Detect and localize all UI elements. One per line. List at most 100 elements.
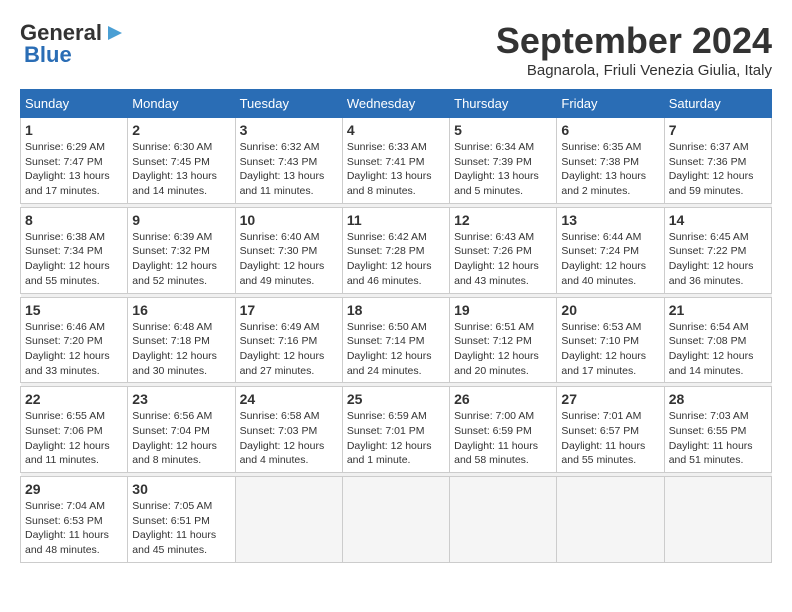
sunset-label: Sunset: 7:03 PM (240, 425, 318, 437)
calendar-day-cell: 26 Sunrise: 7:00 AM Sunset: 6:59 PM Dayl… (450, 387, 557, 473)
day-number: 28 (669, 391, 767, 407)
day-number: 29 (25, 481, 123, 497)
daylight-label: Daylight: 12 hours and 11 minutes. (25, 440, 110, 467)
sunset-label: Sunset: 7:38 PM (561, 156, 639, 168)
sunrise-label: Sunrise: 7:00 AM (454, 410, 534, 422)
daylight-label: Daylight: 12 hours and 33 minutes. (25, 350, 110, 377)
sunrise-label: Sunrise: 6:37 AM (669, 141, 749, 153)
sunrise-label: Sunrise: 6:51 AM (454, 321, 534, 333)
calendar-day-cell: 16 Sunrise: 6:48 AM Sunset: 7:18 PM Dayl… (128, 297, 235, 383)
day-info: Sunrise: 6:43 AM Sunset: 7:26 PM Dayligh… (454, 230, 552, 289)
calendar-day-cell: 4 Sunrise: 6:33 AM Sunset: 7:41 PM Dayli… (342, 118, 449, 204)
daylight-label: Daylight: 12 hours and 49 minutes. (240, 260, 325, 287)
logo-icon (104, 22, 126, 44)
calendar-day-cell (557, 477, 664, 563)
day-info: Sunrise: 6:33 AM Sunset: 7:41 PM Dayligh… (347, 140, 445, 199)
daylight-label: Daylight: 11 hours and 51 minutes. (669, 440, 753, 467)
sunset-label: Sunset: 7:18 PM (132, 335, 210, 347)
sunrise-label: Sunrise: 6:56 AM (132, 410, 212, 422)
sunset-label: Sunset: 7:28 PM (347, 245, 425, 257)
daylight-label: Daylight: 11 hours and 45 minutes. (132, 529, 216, 556)
weekday-header: Wednesday (342, 90, 449, 118)
sunrise-label: Sunrise: 7:03 AM (669, 410, 749, 422)
weekday-header: Friday (557, 90, 664, 118)
day-number: 20 (561, 302, 659, 318)
calendar-day-cell: 11 Sunrise: 6:42 AM Sunset: 7:28 PM Dayl… (342, 207, 449, 293)
calendar-day-cell: 14 Sunrise: 6:45 AM Sunset: 7:22 PM Dayl… (664, 207, 771, 293)
day-info: Sunrise: 6:30 AM Sunset: 7:45 PM Dayligh… (132, 140, 230, 199)
day-info: Sunrise: 6:46 AM Sunset: 7:20 PM Dayligh… (25, 320, 123, 379)
calendar-day-cell (235, 477, 342, 563)
sunrise-label: Sunrise: 6:50 AM (347, 321, 427, 333)
day-info: Sunrise: 7:04 AM Sunset: 6:53 PM Dayligh… (25, 499, 123, 558)
sunset-label: Sunset: 7:12 PM (454, 335, 532, 347)
calendar-week-row: 15 Sunrise: 6:46 AM Sunset: 7:20 PM Dayl… (21, 297, 772, 383)
calendar-day-cell: 21 Sunrise: 6:54 AM Sunset: 7:08 PM Dayl… (664, 297, 771, 383)
daylight-label: Daylight: 12 hours and 27 minutes. (240, 350, 325, 377)
day-info: Sunrise: 6:37 AM Sunset: 7:36 PM Dayligh… (669, 140, 767, 199)
daylight-label: Daylight: 12 hours and 17 minutes. (561, 350, 646, 377)
calendar-day-cell: 27 Sunrise: 7:01 AM Sunset: 6:57 PM Dayl… (557, 387, 664, 473)
day-number: 6 (561, 122, 659, 138)
day-info: Sunrise: 6:35 AM Sunset: 7:38 PM Dayligh… (561, 140, 659, 199)
weekday-header: Saturday (664, 90, 771, 118)
month-title: September 2024 (496, 20, 772, 62)
page-header: General Blue September 2024 Bagnarola, F… (20, 20, 772, 79)
day-number: 24 (240, 391, 338, 407)
sunrise-label: Sunrise: 6:43 AM (454, 231, 534, 243)
calendar-day-cell: 2 Sunrise: 6:30 AM Sunset: 7:45 PM Dayli… (128, 118, 235, 204)
sunset-label: Sunset: 7:04 PM (132, 425, 210, 437)
calendar-day-cell: 17 Sunrise: 6:49 AM Sunset: 7:16 PM Dayl… (235, 297, 342, 383)
daylight-label: Daylight: 12 hours and 1 minute. (347, 440, 432, 467)
calendar-day-cell: 22 Sunrise: 6:55 AM Sunset: 7:06 PM Dayl… (21, 387, 128, 473)
day-info: Sunrise: 7:01 AM Sunset: 6:57 PM Dayligh… (561, 409, 659, 468)
sunset-label: Sunset: 7:43 PM (240, 156, 318, 168)
calendar-day-cell: 29 Sunrise: 7:04 AM Sunset: 6:53 PM Dayl… (21, 477, 128, 563)
day-number: 3 (240, 122, 338, 138)
day-info: Sunrise: 6:48 AM Sunset: 7:18 PM Dayligh… (132, 320, 230, 379)
day-info: Sunrise: 6:59 AM Sunset: 7:01 PM Dayligh… (347, 409, 445, 468)
day-info: Sunrise: 6:56 AM Sunset: 7:04 PM Dayligh… (132, 409, 230, 468)
calendar-day-cell (664, 477, 771, 563)
sunset-label: Sunset: 6:55 PM (669, 425, 747, 437)
calendar-day-cell: 5 Sunrise: 6:34 AM Sunset: 7:39 PM Dayli… (450, 118, 557, 204)
daylight-label: Daylight: 12 hours and 55 minutes. (25, 260, 110, 287)
sunset-label: Sunset: 7:16 PM (240, 335, 318, 347)
sunrise-label: Sunrise: 6:59 AM (347, 410, 427, 422)
calendar-day-cell: 6 Sunrise: 6:35 AM Sunset: 7:38 PM Dayli… (557, 118, 664, 204)
day-info: Sunrise: 6:38 AM Sunset: 7:34 PM Dayligh… (25, 230, 123, 289)
calendar-day-cell: 19 Sunrise: 6:51 AM Sunset: 7:12 PM Dayl… (450, 297, 557, 383)
day-info: Sunrise: 6:49 AM Sunset: 7:16 PM Dayligh… (240, 320, 338, 379)
daylight-label: Daylight: 12 hours and 40 minutes. (561, 260, 646, 287)
daylight-label: Daylight: 11 hours and 48 minutes. (25, 529, 109, 556)
sunset-label: Sunset: 7:36 PM (669, 156, 747, 168)
day-number: 18 (347, 302, 445, 318)
day-number: 10 (240, 212, 338, 228)
sunrise-label: Sunrise: 6:32 AM (240, 141, 320, 153)
daylight-label: Daylight: 13 hours and 2 minutes. (561, 170, 646, 197)
day-number: 30 (132, 481, 230, 497)
day-number: 14 (669, 212, 767, 228)
day-number: 19 (454, 302, 552, 318)
day-number: 16 (132, 302, 230, 318)
day-number: 26 (454, 391, 552, 407)
sunset-label: Sunset: 7:34 PM (25, 245, 103, 257)
day-info: Sunrise: 6:50 AM Sunset: 7:14 PM Dayligh… (347, 320, 445, 379)
day-number: 17 (240, 302, 338, 318)
daylight-label: Daylight: 13 hours and 11 minutes. (240, 170, 325, 197)
sunrise-label: Sunrise: 6:58 AM (240, 410, 320, 422)
daylight-label: Daylight: 12 hours and 30 minutes. (132, 350, 217, 377)
weekday-header: Monday (128, 90, 235, 118)
day-info: Sunrise: 7:05 AM Sunset: 6:51 PM Dayligh… (132, 499, 230, 558)
day-number: 25 (347, 391, 445, 407)
sunrise-label: Sunrise: 6:29 AM (25, 141, 105, 153)
daylight-label: Daylight: 13 hours and 8 minutes. (347, 170, 432, 197)
day-number: 2 (132, 122, 230, 138)
day-info: Sunrise: 7:00 AM Sunset: 6:59 PM Dayligh… (454, 409, 552, 468)
day-info: Sunrise: 6:39 AM Sunset: 7:32 PM Dayligh… (132, 230, 230, 289)
sunrise-label: Sunrise: 6:34 AM (454, 141, 534, 153)
calendar-day-cell: 24 Sunrise: 6:58 AM Sunset: 7:03 PM Dayl… (235, 387, 342, 473)
day-info: Sunrise: 6:58 AM Sunset: 7:03 PM Dayligh… (240, 409, 338, 468)
daylight-label: Daylight: 12 hours and 14 minutes. (669, 350, 754, 377)
sunset-label: Sunset: 7:06 PM (25, 425, 103, 437)
